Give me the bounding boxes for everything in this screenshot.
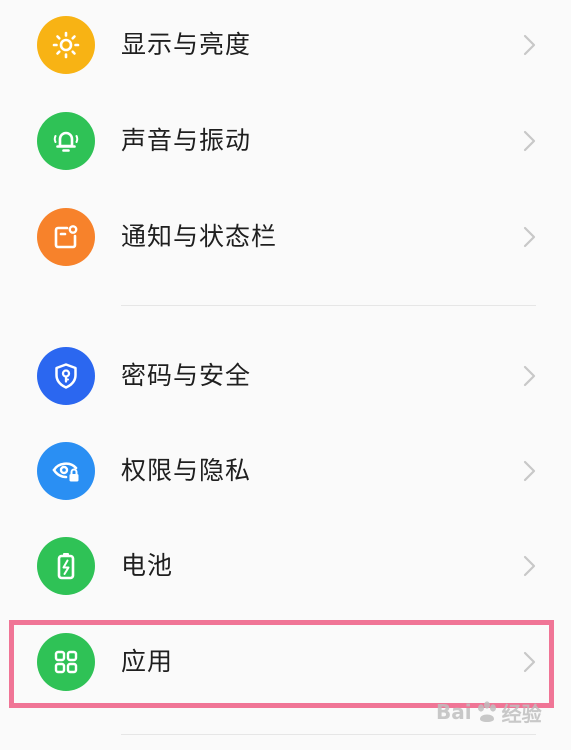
chevron-right-icon (523, 130, 536, 152)
settings-item-battery[interactable]: 电池 (0, 519, 571, 613)
notification-icon (37, 208, 95, 266)
chevron-right-icon (523, 555, 536, 577)
eye-lock-icon (37, 442, 95, 500)
battery-icon (37, 537, 95, 595)
chevron-right-icon (523, 460, 536, 482)
chevron-right-icon (523, 651, 536, 673)
settings-item-label: 通知与状态栏 (121, 222, 278, 251)
watermark-suffix: 经验 (501, 701, 542, 726)
settings-item-label: 应用 (121, 647, 174, 676)
settings-item-label: 电池 (121, 551, 174, 580)
settings-item-sound-vibration[interactable]: 声音与振动 (0, 94, 571, 188)
baidu-watermark: Bai 经验 (436, 692, 542, 732)
section-divider (121, 734, 536, 735)
settings-item-label: 声音与振动 (121, 126, 252, 155)
settings-item-display-brightness[interactable]: 显示与亮度 (0, 0, 571, 92)
settings-screen: 显示与亮度 声音与振动 通知与状态栏 密码与安全 权限与隐私 电池 应用 Bai… (0, 0, 571, 750)
settings-item-password-security[interactable]: 密码与安全 (0, 329, 571, 423)
section-divider (121, 305, 536, 306)
chevron-right-icon (523, 365, 536, 387)
settings-item-label: 权限与隐私 (121, 456, 252, 485)
shield-key-icon (37, 347, 95, 405)
paw-logo-icon (477, 701, 496, 722)
chevron-right-icon (523, 34, 536, 56)
settings-item-notification-statusbar[interactable]: 通知与状态栏 (0, 190, 571, 284)
settings-item-label: 显示与亮度 (121, 30, 252, 59)
bell-icon (37, 112, 95, 170)
apps-grid-icon (37, 633, 95, 691)
sun-icon (37, 16, 95, 74)
settings-item-permissions-privacy[interactable]: 权限与隐私 (0, 424, 571, 518)
settings-item-label: 密码与安全 (121, 361, 252, 390)
chevron-right-icon (523, 226, 536, 248)
watermark-brand: Bai (436, 700, 472, 724)
